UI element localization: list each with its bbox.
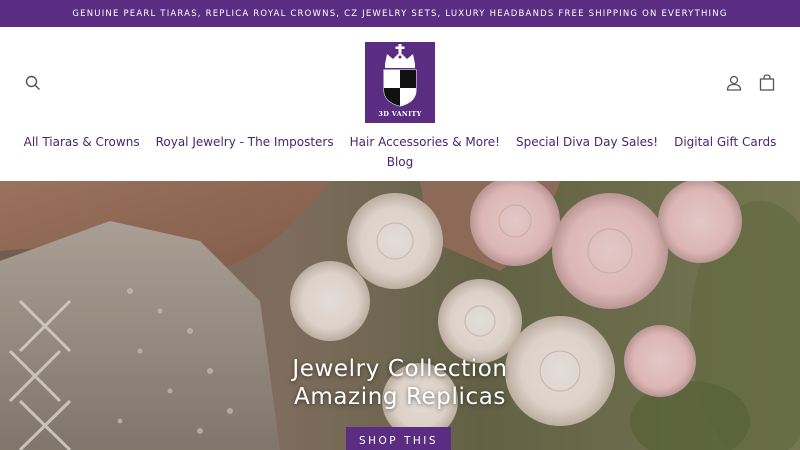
- main-nav: All Tiaras & Crowns Royal Jewelry - The …: [0, 131, 800, 153]
- crest-icon: [383, 44, 417, 107]
- announcement-text: GENUINE PEARL TIARAS, REPLICA ROYAL CROW…: [72, 8, 728, 19]
- nav-item-gift-cards[interactable]: Digital Gift Cards: [666, 131, 784, 153]
- account-icon[interactable]: [723, 72, 745, 94]
- nav-item-tiaras-crowns[interactable]: All Tiaras & Crowns: [16, 131, 148, 153]
- cart-icon[interactable]: [756, 71, 778, 93]
- hero-title-line-1: Jewelry Collection: [292, 356, 508, 382]
- hero-title: Jewelry Collection Amazing Replicas: [0, 355, 800, 411]
- nav-item-diva-day-sales[interactable]: Special Diva Day Sales!: [508, 131, 666, 153]
- hero-banner: Jewelry Collection Amazing Replicas SHOP…: [0, 181, 800, 450]
- hero-title-line-2: Amazing Replicas: [294, 384, 506, 410]
- nav-item-hair-accessories[interactable]: Hair Accessories & More!: [342, 131, 508, 153]
- nav-item-blog[interactable]: Blog: [387, 155, 414, 169]
- shop-this-button[interactable]: SHOP THIS: [346, 427, 451, 450]
- nav-item-royal-jewelry[interactable]: Royal Jewelry - The Imposters: [148, 131, 342, 153]
- site-logo[interactable]: 3D VANITY: [365, 42, 435, 123]
- announcement-bar: GENUINE PEARL TIARAS, REPLICA ROYAL CROW…: [0, 0, 800, 27]
- search-icon[interactable]: [22, 72, 44, 94]
- main-nav-row-2: Blog: [0, 151, 800, 173]
- site-header: 3D VANITY All Tiaras & Crowns Royal Jewe…: [0, 27, 800, 181]
- logo-text: 3D VANITY: [378, 110, 422, 118]
